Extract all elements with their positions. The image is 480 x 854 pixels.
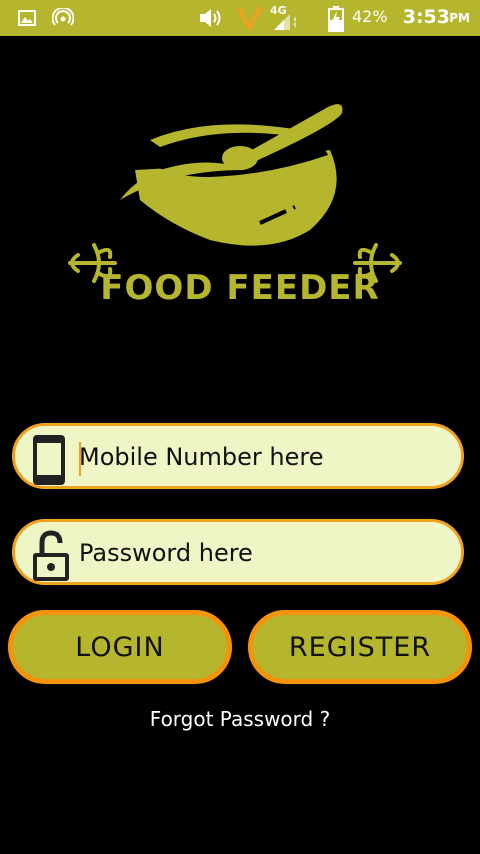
password-input[interactable] [79, 530, 449, 576]
hotspot-icon [52, 8, 74, 26]
mobile-number-input[interactable] [79, 434, 449, 480]
register-button[interactable]: REGISTER [248, 610, 472, 684]
carrier-v-icon [237, 6, 263, 30]
register-button-label: REGISTER [288, 631, 432, 663]
volume-icon [200, 9, 221, 27]
clock-time: 3:53 [402, 6, 450, 28]
status-bar: 4G 42% 3:53 PM [0, 0, 480, 36]
mobile-field[interactable] [12, 423, 464, 489]
password-field[interactable] [12, 519, 464, 585]
signal-icon [274, 14, 296, 30]
battery-percent: 42% [352, 7, 388, 26]
image-icon [18, 10, 36, 26]
lock-icon [33, 530, 69, 581]
phone-icon [33, 435, 65, 485]
clock-ampm: PM [449, 11, 470, 25]
forgot-password-link[interactable]: Forgot Password ? [0, 707, 480, 731]
battery-charging-icon [328, 6, 344, 32]
login-button[interactable]: LOGIN [8, 610, 232, 684]
brand-name: FOOD FEEDER [100, 268, 380, 308]
login-button-label: LOGIN [75, 631, 165, 663]
